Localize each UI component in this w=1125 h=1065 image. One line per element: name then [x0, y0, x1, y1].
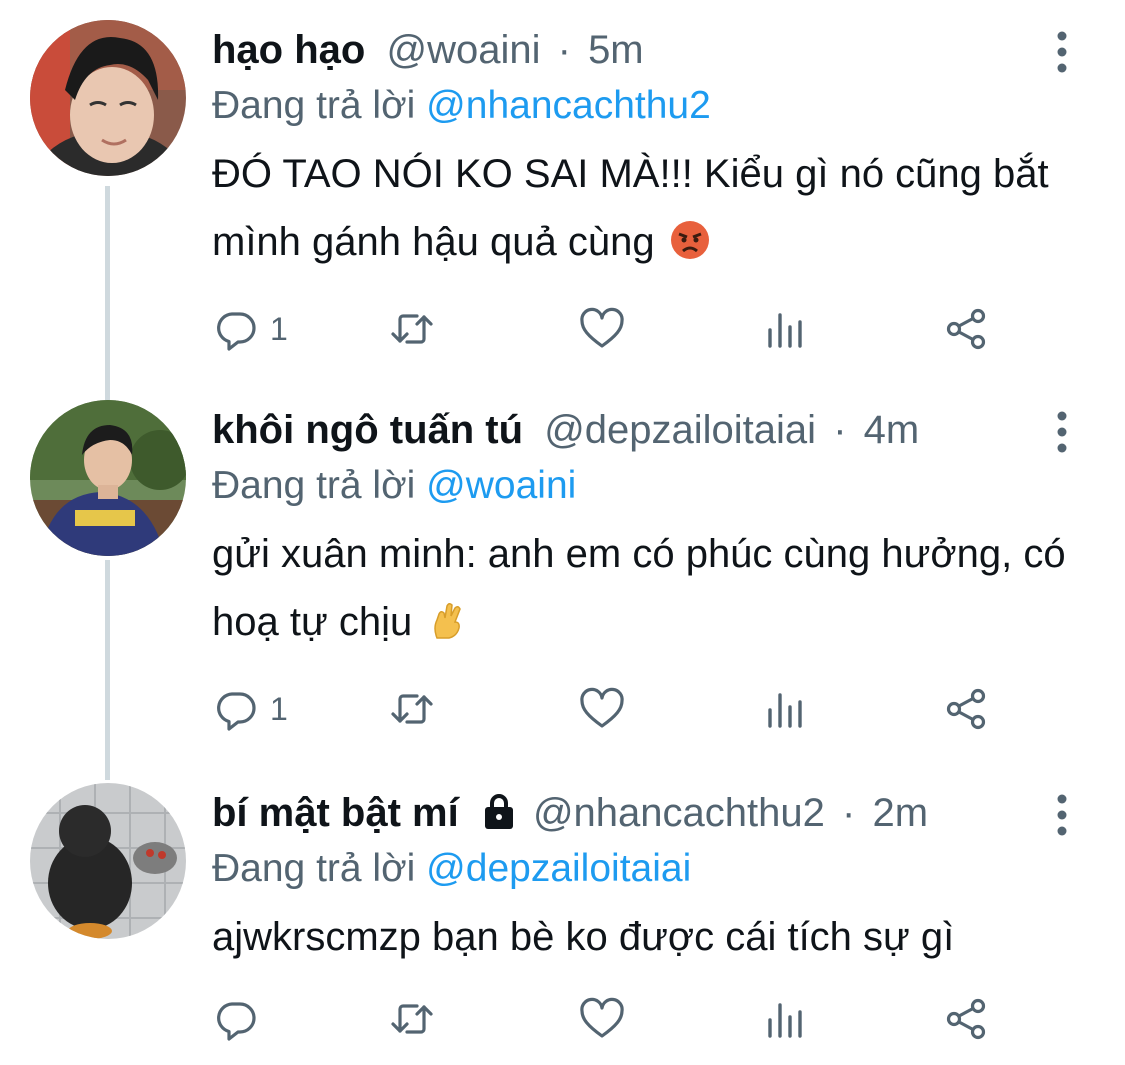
- share-button[interactable]: [942, 305, 990, 353]
- retweet-button[interactable]: [388, 995, 436, 1043]
- retweet-icon: [391, 314, 433, 344]
- replying-to-handle[interactable]: @woaini: [426, 464, 576, 507]
- reply-button[interactable]: 1: [212, 305, 288, 353]
- reply-count: 1: [270, 310, 288, 347]
- like-button[interactable]: [578, 685, 626, 733]
- tweet-text: ajwkrscmzp bạn bè ko được cái tích sự gì: [212, 903, 1092, 971]
- share-button[interactable]: [942, 995, 990, 1043]
- replying-to-label: Đang trả lời: [212, 847, 416, 890]
- avatar[interactable]: [30, 20, 186, 176]
- display-name[interactable]: khôi ngô tuấn tú: [212, 408, 523, 452]
- reply-icon: [217, 312, 256, 351]
- avatar[interactable]: [30, 400, 186, 556]
- replying-to-handle[interactable]: @depzailoitaiai: [426, 847, 691, 890]
- views-button[interactable]: [762, 685, 810, 733]
- tweet-header: bí mật bật mí @nhancachthu2 · 2m: [212, 783, 928, 843]
- separator: ·: [842, 791, 856, 835]
- crossed-fingers-icon: [434, 603, 462, 640]
- more-options-icon[interactable]: [1040, 30, 1084, 74]
- display-name[interactable]: bí mật bật mí: [212, 791, 459, 835]
- lock-icon: [484, 794, 513, 830]
- replying-to-handle[interactable]: @nhancachthu2: [426, 84, 711, 127]
- heart-icon: [580, 307, 624, 348]
- like-button[interactable]: [578, 305, 626, 353]
- share-icon: [946, 998, 986, 1040]
- share-icon: [946, 308, 986, 350]
- tweet-actions: 1: [212, 685, 1012, 733]
- separator: ·: [833, 408, 847, 452]
- timestamp[interactable]: 4m: [864, 408, 920, 452]
- analytics-icon: [768, 693, 802, 728]
- tweet-header: hạo hạo @woaini · 5m: [212, 20, 644, 80]
- like-button[interactable]: [578, 995, 626, 1043]
- views-button[interactable]: [762, 305, 810, 353]
- replying-to: Đang trả lời @woaini: [212, 456, 576, 516]
- analytics-icon: [768, 1003, 802, 1038]
- tweet-text-content: ajwkrscmzp bạn bè ko được cái tích sự gì: [212, 915, 955, 959]
- share-button[interactable]: [942, 685, 990, 733]
- replying-to: Đang trả lời @depzailoitaiai: [212, 839, 691, 899]
- views-button[interactable]: [762, 995, 810, 1043]
- reply-count: 1: [270, 690, 288, 727]
- tweet-text-content: ĐÓ TAO NÓI KO SAI MÀ!!! Kiểu gì nó cũng …: [212, 152, 1049, 264]
- retweet-button[interactable]: [388, 685, 436, 733]
- tweet[interactable]: khôi ngô tuấn tú @depzailoitaiai · 4m Đa…: [0, 400, 1125, 760]
- tweet-header: khôi ngô tuấn tú @depzailoitaiai · 4m: [212, 400, 919, 460]
- timestamp[interactable]: 5m: [588, 28, 644, 72]
- share-icon: [946, 688, 986, 730]
- retweet-icon: [391, 694, 433, 724]
- username[interactable]: @depzailoitaiai: [544, 408, 816, 452]
- retweet-icon: [391, 1004, 433, 1034]
- replying-to-label: Đang trả lời: [212, 84, 416, 127]
- heart-icon: [580, 687, 624, 728]
- display-name[interactable]: hạo hạo: [212, 28, 365, 72]
- username[interactable]: @woaini: [386, 28, 540, 72]
- reply-icon: [217, 1002, 256, 1041]
- replying-to-label: Đang trả lời: [212, 464, 416, 507]
- username[interactable]: @nhancachthu2: [533, 791, 825, 835]
- avatar[interactable]: [30, 783, 186, 939]
- tweet[interactable]: hạo hạo @woaini · 5m Đang trả lời @nhanc…: [0, 20, 1125, 380]
- separator: ·: [557, 28, 571, 72]
- replying-to: Đang trả lời @nhancachthu2: [212, 76, 711, 136]
- analytics-icon: [768, 313, 802, 348]
- angry-face-icon: [670, 221, 709, 260]
- tweet-text: ĐÓ TAO NÓI KO SAI MÀ!!! Kiểu gì nó cũng …: [212, 140, 1092, 276]
- more-options-icon[interactable]: [1040, 410, 1084, 454]
- heart-icon: [580, 997, 624, 1038]
- tweet-actions: [212, 995, 1012, 1043]
- retweet-button[interactable]: [388, 305, 436, 353]
- tweet-actions: 1: [212, 305, 1012, 353]
- reply-icon: [217, 692, 256, 731]
- tweet-text-content: gửi xuân minh: anh em có phúc cùng hưởng…: [212, 532, 1066, 644]
- tweet[interactable]: bí mật bật mí @nhancachthu2 · 2m Đang tr…: [0, 783, 1125, 1065]
- timestamp[interactable]: 2m: [872, 791, 928, 835]
- more-options-icon[interactable]: [1040, 793, 1084, 837]
- reply-button[interactable]: 1: [212, 685, 288, 733]
- reply-button[interactable]: [212, 995, 270, 1043]
- tweet-text: gửi xuân minh: anh em có phúc cùng hưởng…: [212, 520, 1092, 656]
